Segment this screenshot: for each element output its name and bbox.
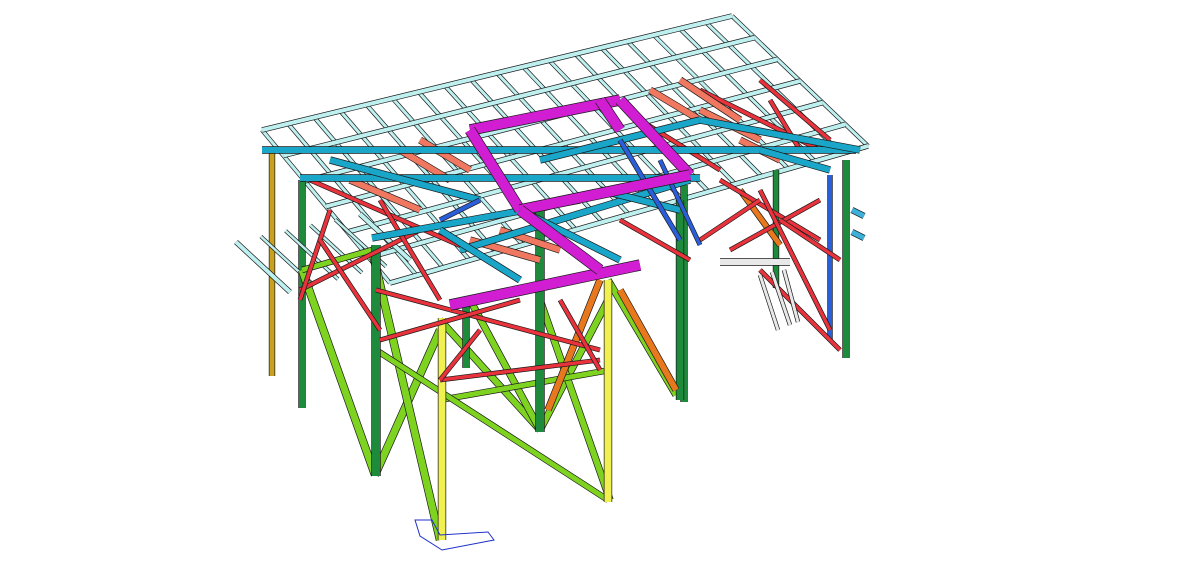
brace-g1[interactable] xyxy=(298,268,379,477)
base-plate[interactable] xyxy=(414,519,495,551)
brace-o2[interactable] xyxy=(617,288,679,392)
3d-model-viewport[interactable] xyxy=(0,0,1199,561)
side-brackets-group xyxy=(850,207,866,241)
brace-red-17[interactable] xyxy=(699,198,761,242)
steel-structure-model xyxy=(234,13,870,551)
bracket-1[interactable] xyxy=(850,229,866,241)
bracket-0[interactable] xyxy=(850,207,866,219)
platform-edge-a[interactable] xyxy=(234,240,292,294)
